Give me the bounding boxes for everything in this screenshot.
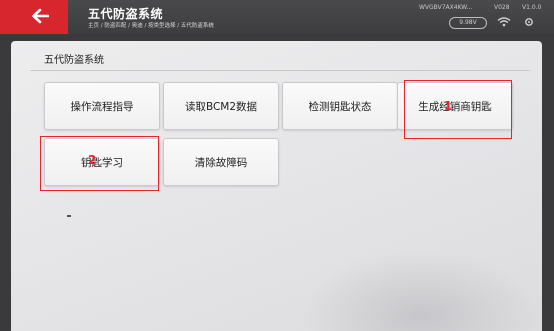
back-button[interactable] (0, 0, 68, 34)
annotation-box-1 (404, 80, 512, 139)
page-title: 五代防盗系统 (88, 7, 164, 21)
breadcrumb: 主页 / 防盗匹配 / 奥迪 / 按类型选择 / 五代防盗系统 (88, 23, 214, 29)
screen-speck (67, 215, 71, 217)
battery-icon: 9.98V (449, 17, 487, 29)
vin-label: WVGBV7AX4KW... (419, 4, 473, 11)
settings-icon[interactable] (523, 16, 535, 28)
version-label: V1.0.0 (522, 4, 542, 11)
divider (30, 70, 530, 71)
top-bar: 五代防盗系统 主页 / 防盗匹配 / 奥迪 / 按类型选择 / 五代防盗系统 W… (0, 0, 554, 34)
back-arrow-icon (32, 8, 49, 24)
section-title: 五代防盗系统 (44, 55, 104, 66)
annotation-number-1: 1 (444, 99, 453, 113)
annotation-box-2 (40, 136, 159, 191)
wifi-icon (497, 17, 511, 27)
screen-reflection (300, 250, 540, 331)
check-key-status-button[interactable]: 检测钥匙状态 (282, 82, 398, 130)
read-bcm2-data-button[interactable]: 读取BCM2数据 (163, 82, 279, 130)
clear-fault-codes-button[interactable]: 清除故障码 (163, 138, 279, 186)
annotation-number-2: 2 (88, 153, 97, 167)
vehicle-code: V028 (494, 4, 510, 11)
operation-guide-button[interactable]: 操作流程指导 (44, 82, 160, 130)
battery-voltage: 9.98V (459, 19, 477, 26)
